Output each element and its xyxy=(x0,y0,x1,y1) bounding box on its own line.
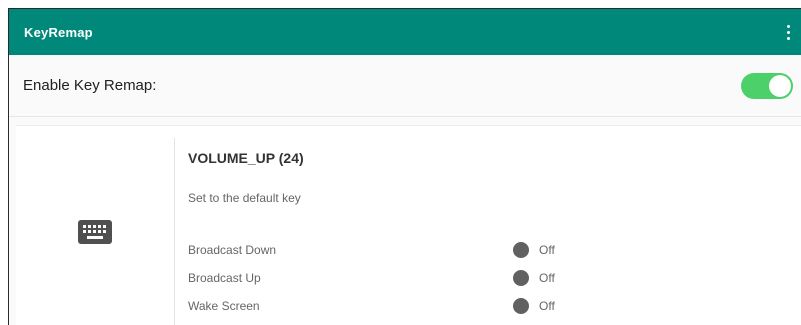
key-name: VOLUME_UP (24) xyxy=(188,150,304,166)
option-state: Off xyxy=(539,243,555,257)
off-indicator-icon[interactable] xyxy=(513,298,529,314)
app-window: KeyRemap Enable Key Remap: VOLUME_UP (24… xyxy=(8,8,801,325)
option-row-broadcast-up[interactable]: Broadcast Up Off xyxy=(188,268,608,288)
app-bar: KeyRemap xyxy=(9,9,801,55)
key-card[interactable]: VOLUME_UP (24) Set to the default key Br… xyxy=(16,125,801,325)
option-state: Off xyxy=(539,271,555,285)
option-row-broadcast-down[interactable]: Broadcast Down Off xyxy=(188,240,608,260)
keyboard-icon xyxy=(78,219,112,244)
enable-key-remap-row: Enable Key Remap: xyxy=(9,55,801,117)
option-label: Broadcast Up xyxy=(188,271,261,285)
enable-key-remap-label: Enable Key Remap: xyxy=(23,77,157,94)
key-subtitle: Set to the default key xyxy=(188,191,301,205)
key-detail: VOLUME_UP (24) Set to the default key Br… xyxy=(175,126,801,325)
app-title: KeyRemap xyxy=(24,24,93,40)
off-indicator-icon[interactable] xyxy=(513,242,529,258)
option-label: Wake Screen xyxy=(188,299,260,313)
more-vert-icon[interactable] xyxy=(781,21,795,43)
option-state: Off xyxy=(539,299,555,313)
option-row-wake-screen[interactable]: Wake Screen Off xyxy=(188,296,608,316)
toggle-thumb xyxy=(769,74,791,97)
off-indicator-icon[interactable] xyxy=(513,270,529,286)
enable-key-remap-toggle[interactable] xyxy=(741,72,793,99)
option-label: Broadcast Down xyxy=(188,243,277,257)
key-icon-column xyxy=(16,138,175,325)
